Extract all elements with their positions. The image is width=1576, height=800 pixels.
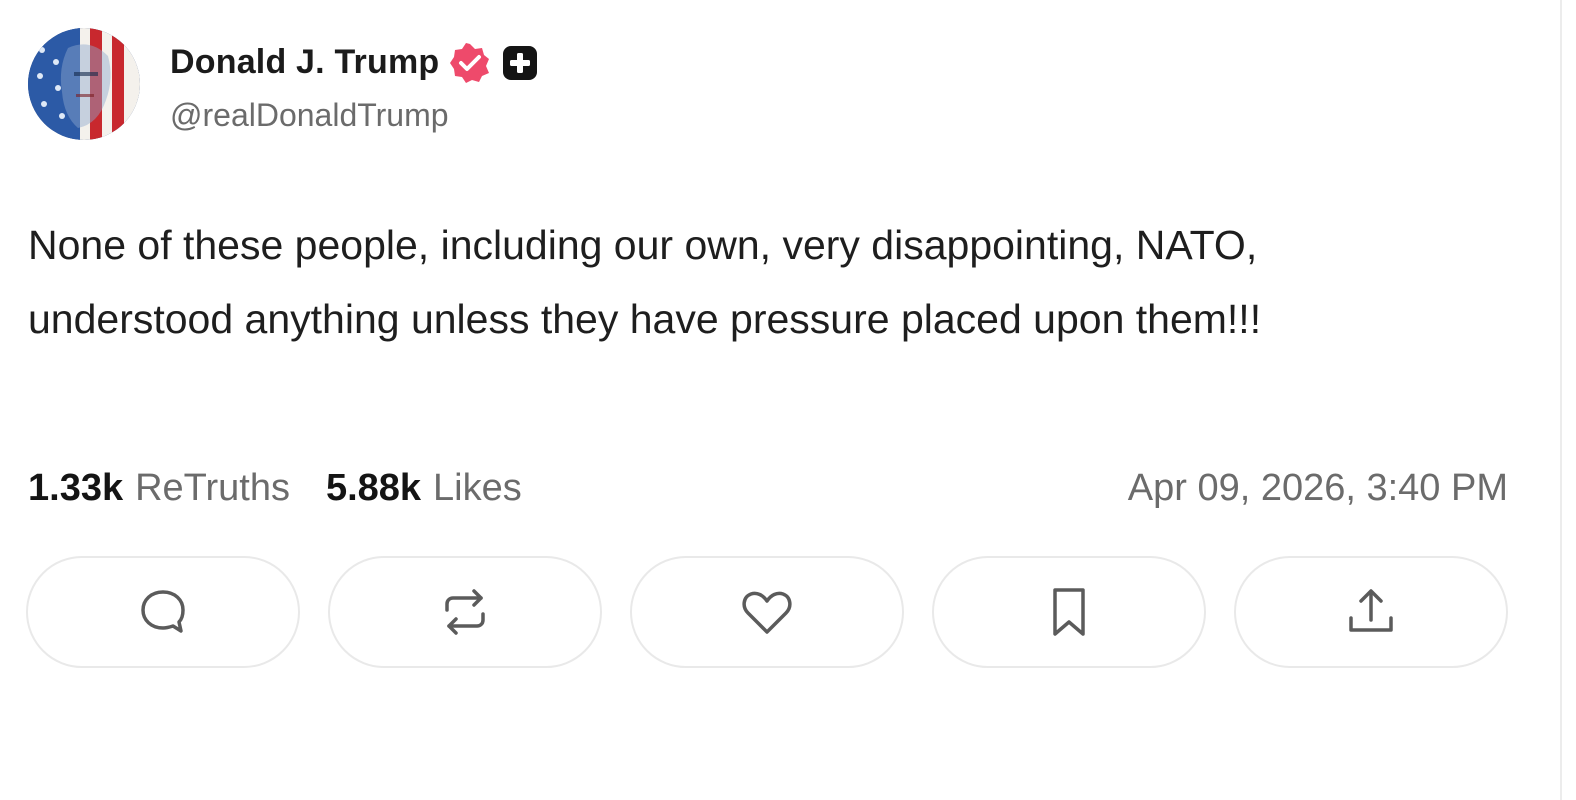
avatar[interactable] — [28, 28, 140, 140]
plus-badge-icon — [501, 44, 539, 82]
author-identity: Donald J. Trump @realDonaldTrump — [170, 35, 539, 134]
author-handle[interactable]: @realDonaldTrump — [170, 97, 539, 134]
post-timestamp[interactable]: Apr 09, 2026, 3:40 PM — [1128, 467, 1508, 510]
retruths-stat[interactable]: 1.33k ReTruths — [28, 467, 290, 510]
like-button[interactable] — [630, 556, 904, 668]
likes-count: 5.88k — [325, 466, 422, 509]
post-actions — [26, 556, 1508, 668]
retruth-button[interactable] — [328, 556, 602, 668]
panel-divider — [1560, 0, 1562, 800]
author-display-name[interactable]: Donald J. Trump — [170, 43, 439, 82]
author-name-row: Donald J. Trump — [170, 35, 539, 91]
likes-stat[interactable]: 5.88k Likes — [326, 467, 522, 510]
share-button[interactable] — [1234, 556, 1508, 668]
heart-icon — [742, 591, 792, 634]
reply-button[interactable] — [26, 556, 300, 668]
post-header: Donald J. Trump @realDonaldTrump — [28, 28, 539, 140]
repost-arrows-icon — [445, 589, 485, 635]
share-upload-icon — [1349, 589, 1393, 632]
truth-post: Donald J. Trump @realDonaldTrump None of… — [0, 0, 1576, 800]
bookmark-icon — [1053, 588, 1085, 636]
bookmark-button[interactable] — [932, 556, 1206, 668]
post-text: None of these people, including our own,… — [28, 222, 1262, 342]
post-stats: 1.33k ReTruths 5.88k Likes Apr 09, 2026,… — [28, 462, 1508, 514]
avatar-flag-face-image — [28, 28, 140, 140]
likes-label: Likes — [433, 466, 522, 509]
comment-bubble-icon — [141, 590, 185, 633]
verified-check-icon — [449, 42, 491, 84]
retruths-label: ReTruths — [135, 466, 290, 509]
retruths-count: 1.33k — [28, 466, 124, 509]
